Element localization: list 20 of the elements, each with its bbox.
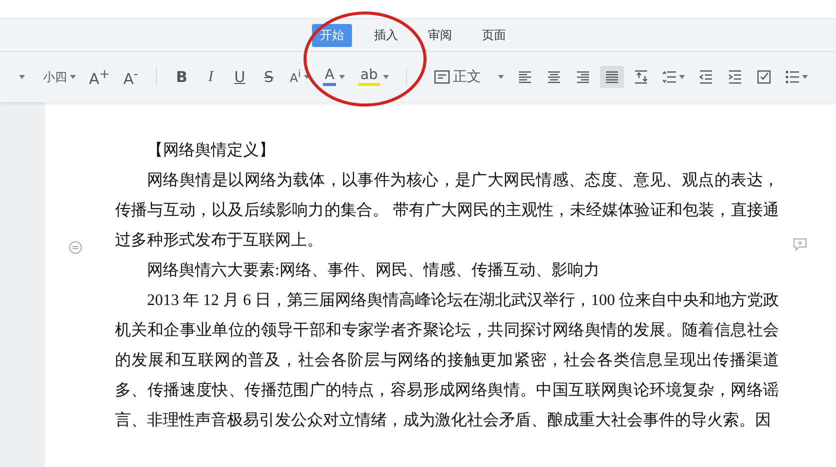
italic-button[interactable]: I [198, 66, 223, 88]
dropdown-button[interactable]: 小四 [39, 66, 80, 88]
strike-button[interactable]: S [256, 66, 281, 88]
justify-icon[interactable] [600, 66, 624, 88]
color-button[interactable]: A [318, 66, 350, 88]
style-dropdown[interactable]: 正文 [430, 66, 508, 88]
body-paragraph: 网络舆情六大要素:网络、事件、网民、情感、传播互动、影响力 [146, 260, 600, 281]
font-size-button[interactable]: A$^{+}$ [85, 66, 114, 88]
bold-button[interactable]: B [170, 66, 194, 88]
ribbon-tab[interactable]: 页面 [474, 24, 514, 46]
body-paragraph: 网络舆情是以网络为载体，以事件为核心，是广大网民情感、态度、意见、观点的表达，传播与互动，以及后续影响力的集合。 带有广大网民的主观性，未经媒体验证和包装，直接通过多种形式发布于互联网上。 [115, 170, 779, 251]
color-button[interactable]: ab [354, 66, 393, 88]
font-size-button[interactable]: A$^{-}$ [118, 66, 143, 88]
paragraph-style-icon [434, 70, 450, 84]
ribbon-tab[interactable]: 审阅 [420, 24, 460, 46]
dropdown-button[interactable]: A$^{i}$ [286, 66, 314, 88]
underline-button[interactable]: U [228, 66, 252, 88]
section-heading: 【网络舆情定义】 [146, 140, 276, 161]
ribbon-tab[interactable]: 插入 [366, 24, 406, 46]
body-paragraph: 2013 年 12 月 6 日，第三届网络舆情高峰论坛在湖北武汉举行，100 位来自中央和地方党政机关和企事业单位的领导干部和专家学者齐聚论坛，共同探讨网络舆情的发展。随着信息社会的发展和互联网的普及，社会各阶层与网络的接触更加紧密，社会各类信息呈现出传播渠道多、传播速度快、传播范围广的特点，容易形成网络舆情。中国互联网舆论环境复杂，网络谣言、非理性声音极易引发公众对立情绪，成为激化社会矛盾、酿成重大社会事件的导火索。因 [115, 290, 779, 431]
